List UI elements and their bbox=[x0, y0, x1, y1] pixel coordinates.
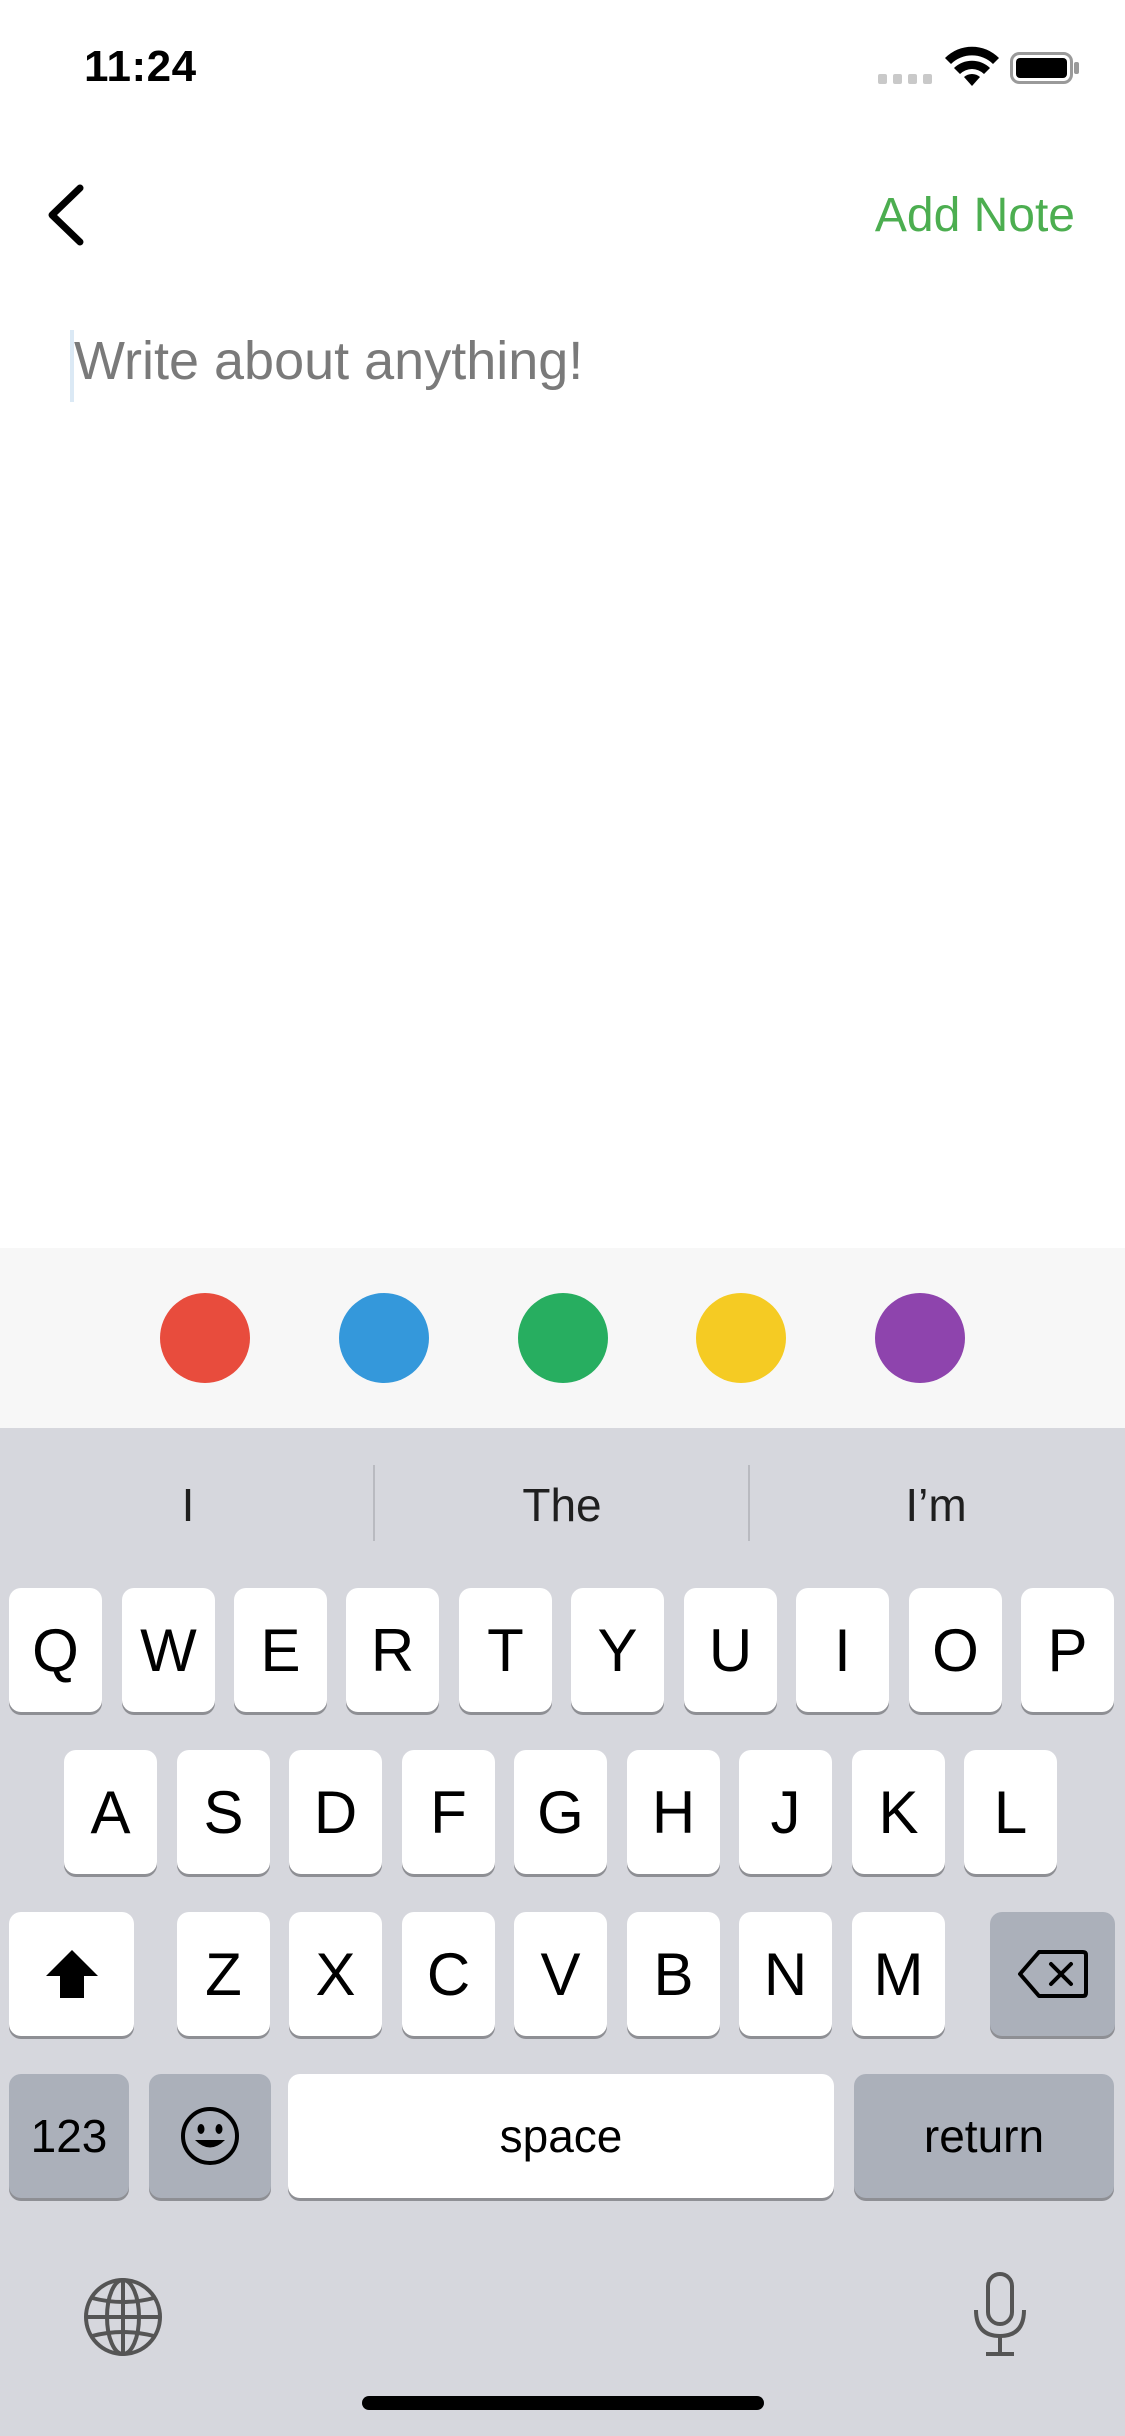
note-placeholder: Write about anything! bbox=[74, 331, 584, 391]
key-z[interactable]: Z bbox=[177, 1912, 270, 2036]
back-button[interactable] bbox=[36, 180, 96, 250]
color-swatch-yellow[interactable] bbox=[696, 1293, 786, 1383]
color-swatch-green[interactable] bbox=[518, 1293, 608, 1383]
space-key[interactable]: space bbox=[288, 2074, 834, 2198]
wifi-icon bbox=[945, 46, 999, 86]
key-c[interactable]: C bbox=[402, 1912, 495, 2036]
key-l[interactable]: L bbox=[964, 1750, 1057, 1874]
return-key[interactable]: return bbox=[854, 2074, 1114, 2198]
key-x[interactable]: X bbox=[289, 1912, 382, 2036]
microphone-icon[interactable] bbox=[968, 2270, 1032, 2360]
numbers-key[interactable]: 123 bbox=[9, 2074, 129, 2198]
key-b[interactable]: B bbox=[627, 1912, 720, 2036]
key-o[interactable]: O bbox=[909, 1588, 1002, 1712]
delete-icon bbox=[1017, 1950, 1088, 1998]
emoji-icon bbox=[181, 2107, 239, 2165]
emoji-key[interactable] bbox=[149, 2074, 271, 2198]
suggestion-2[interactable]: The bbox=[412, 1478, 712, 1534]
suggestion-divider bbox=[373, 1465, 375, 1541]
key-a[interactable]: A bbox=[64, 1750, 157, 1874]
key-s[interactable]: S bbox=[177, 1750, 270, 1874]
add-note-button[interactable]: Add Note bbox=[875, 188, 1075, 243]
key-e[interactable]: E bbox=[234, 1588, 327, 1712]
key-u[interactable]: U bbox=[684, 1588, 777, 1712]
status-bar: 11:24 bbox=[0, 0, 1125, 140]
suggestion-3[interactable]: I’m bbox=[786, 1478, 1086, 1534]
chevron-left-icon bbox=[48, 184, 84, 246]
key-g[interactable]: G bbox=[514, 1750, 607, 1874]
globe-icon[interactable] bbox=[82, 2276, 164, 2358]
key-n[interactable]: N bbox=[739, 1912, 832, 2036]
key-h[interactable]: H bbox=[627, 1750, 720, 1874]
delete-key[interactable] bbox=[990, 1912, 1115, 2036]
key-t[interactable]: T bbox=[459, 1588, 552, 1712]
color-swatch-blue[interactable] bbox=[339, 1293, 429, 1383]
key-w[interactable]: W bbox=[122, 1588, 215, 1712]
color-swatch-red[interactable] bbox=[160, 1293, 250, 1383]
key-p[interactable]: P bbox=[1021, 1588, 1114, 1712]
shift-icon bbox=[45, 1950, 98, 1998]
key-v[interactable]: V bbox=[514, 1912, 607, 2036]
key-q[interactable]: Q bbox=[9, 1588, 102, 1712]
key-i[interactable]: I bbox=[796, 1588, 889, 1712]
key-d[interactable]: D bbox=[289, 1750, 382, 1874]
color-swatch-purple[interactable] bbox=[875, 1293, 965, 1383]
status-time: 11:24 bbox=[84, 42, 197, 91]
suggestion-1[interactable]: I bbox=[38, 1478, 338, 1534]
key-f[interactable]: F bbox=[402, 1750, 495, 1874]
key-k[interactable]: K bbox=[852, 1750, 945, 1874]
key-y[interactable]: Y bbox=[571, 1588, 664, 1712]
cellular-signal-icon bbox=[878, 74, 932, 84]
key-j[interactable]: J bbox=[739, 1750, 832, 1874]
suggestion-divider bbox=[748, 1465, 750, 1541]
key-r[interactable]: R bbox=[346, 1588, 439, 1712]
shift-key[interactable] bbox=[9, 1912, 134, 2036]
key-m[interactable]: M bbox=[852, 1912, 945, 2036]
battery-icon bbox=[1010, 52, 1079, 84]
home-indicator bbox=[362, 2396, 764, 2410]
